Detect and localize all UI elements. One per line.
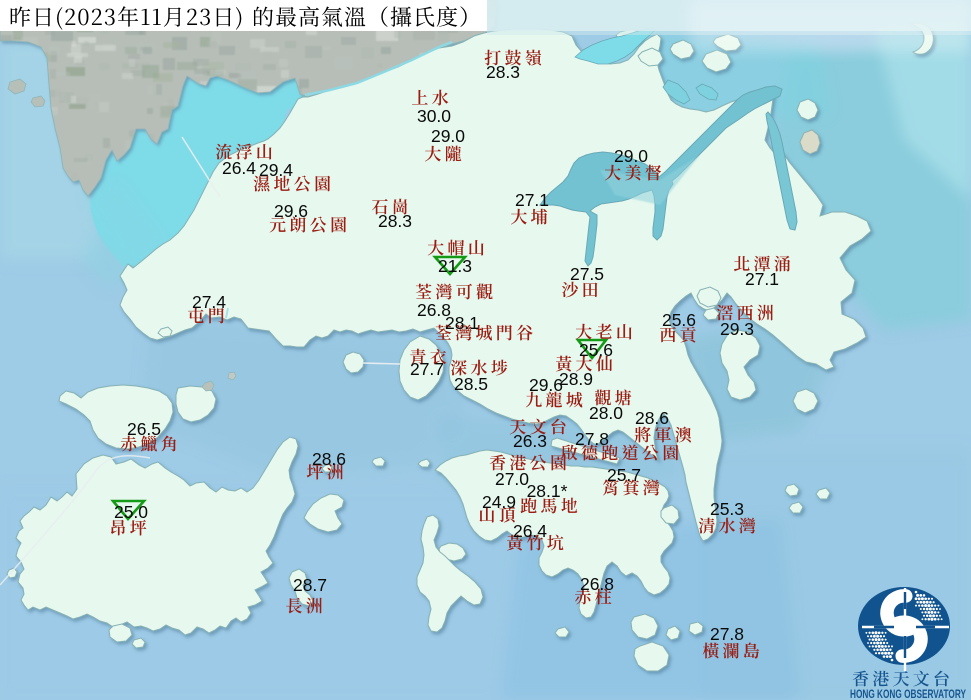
svg-text:26.4: 26.4: [222, 158, 256, 178]
svg-text:28.1*: 28.1*: [527, 481, 568, 501]
svg-text:30.0: 30.0: [417, 106, 451, 126]
svg-text:27.1: 27.1: [515, 190, 549, 210]
svg-text:28.3: 28.3: [378, 211, 412, 231]
svg-text:HONG KONG OBSERVATORY: HONG KONG OBSERVATORY: [850, 689, 966, 700]
svg-text:29.3: 29.3: [720, 319, 754, 339]
svg-text:27.0: 27.0: [495, 469, 529, 489]
svg-text:28.6: 28.6: [312, 449, 346, 469]
svg-text:28.1: 28.1: [445, 313, 479, 333]
svg-text:27.8: 27.8: [710, 624, 744, 644]
svg-text:29.6: 29.6: [274, 201, 308, 221]
svg-text:27.5: 27.5: [570, 264, 604, 284]
svg-text:21.3: 21.3: [438, 256, 472, 276]
svg-text:24.9: 24.9: [482, 492, 516, 512]
svg-text:25.3: 25.3: [710, 499, 744, 519]
svg-text:25.0: 25.0: [114, 502, 148, 522]
svg-text:29.0: 29.0: [431, 126, 465, 146]
svg-text:28.9: 28.9: [559, 369, 593, 389]
svg-text:28.0: 28.0: [589, 403, 623, 423]
svg-text:29.0: 29.0: [614, 146, 648, 166]
svg-text:26.4: 26.4: [513, 521, 547, 541]
svg-text:27.8: 27.8: [575, 429, 609, 449]
svg-text:27.7: 27.7: [410, 359, 444, 379]
svg-text:25.6: 25.6: [579, 340, 613, 360]
svg-text:26.3: 26.3: [513, 431, 547, 451]
svg-text:29.6: 29.6: [529, 375, 563, 395]
svg-text:28.6: 28.6: [635, 408, 669, 428]
svg-text:27.1: 27.1: [745, 269, 779, 289]
svg-text:25.7: 25.7: [607, 465, 641, 485]
svg-text:28.3: 28.3: [486, 62, 520, 82]
svg-text:27.4: 27.4: [192, 292, 226, 312]
svg-text:25.6: 25.6: [662, 310, 696, 330]
svg-text:26.8: 26.8: [580, 574, 614, 594]
svg-text:28.7: 28.7: [293, 575, 327, 595]
svg-text:29.4: 29.4: [259, 160, 293, 180]
svg-text:28.5: 28.5: [454, 374, 488, 394]
svg-text:26.5: 26.5: [127, 419, 161, 439]
